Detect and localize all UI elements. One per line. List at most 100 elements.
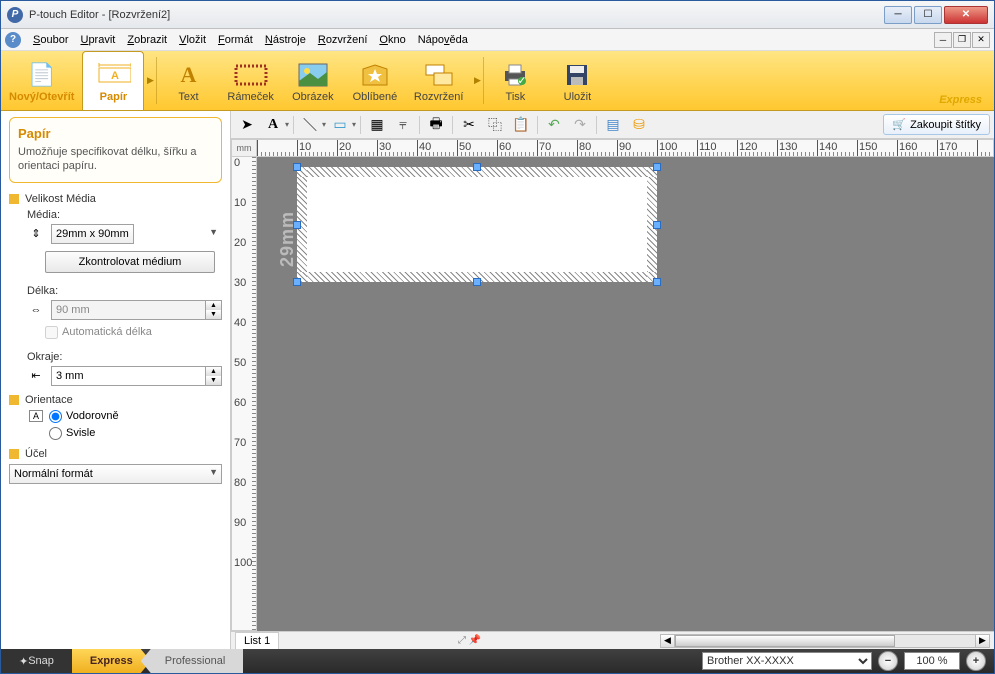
rect-tool[interactable]: ▭ [328, 114, 352, 136]
mdi-minimize-button[interactable]: ─ [934, 32, 952, 48]
close-button[interactable]: ✕ [944, 6, 988, 24]
horizontal-scrollbar[interactable]: ◀ ▶ [660, 634, 990, 648]
database-tool[interactable]: ⛁ [627, 114, 651, 136]
orientation-icon: A [27, 410, 45, 422]
horizontal-ruler[interactable]: 1020304050607080901001101201301401501601… [257, 139, 994, 157]
length-icon: ⇔ [27, 304, 45, 316]
menu-nastroje[interactable]: Nástroje [259, 31, 312, 49]
minimize-button[interactable]: ─ [884, 6, 912, 24]
cut-tool[interactable]: ✂ [457, 114, 481, 136]
maximize-button[interactable]: ☐ [914, 6, 942, 24]
text-tool[interactable]: A [261, 114, 285, 136]
resize-handle-sw[interactable] [293, 278, 301, 286]
ribbon-text[interactable]: A Text [157, 51, 219, 110]
menu-rozvrzeni[interactable]: Rozvržení [312, 31, 374, 49]
resize-handle-ne[interactable] [653, 163, 661, 171]
orientation-vertical-radio[interactable] [49, 427, 62, 440]
length-label: Délka: [27, 285, 222, 297]
ribbon-favorites[interactable]: Oblíbené [344, 51, 406, 110]
zoom-out-button[interactable]: − [878, 651, 898, 671]
section-marker-icon [9, 395, 19, 405]
check-medium-button[interactable]: Zkontrolovat médium [45, 251, 215, 273]
screen-tool[interactable]: ▤ [601, 114, 625, 136]
text-icon: A [170, 61, 206, 89]
menu-upravit[interactable]: Upravit [74, 31, 121, 49]
ribbon-frame[interactable]: Rámeček [219, 51, 281, 110]
zoom-in-button[interactable]: + [966, 651, 986, 671]
tip-title: Papír [18, 126, 213, 141]
ribbon-print[interactable]: ✓ Tisk [484, 51, 546, 110]
canvas-viewport[interactable]: 29mm x 90mm [257, 157, 994, 631]
mode-snap-tab[interactable]: ✦ Snap [1, 649, 72, 673]
mode-express-tab[interactable]: Express [72, 649, 151, 673]
length-input[interactable] [51, 300, 206, 320]
sheet-tabs-bar: List 1 ⤢ 📌 ◀ ▶ [231, 631, 994, 649]
menu-format[interactable]: Formát [212, 31, 259, 49]
purpose-select[interactable]: Normální formát [9, 464, 222, 484]
media-dim-icon: ⇕ [27, 227, 45, 240]
resize-handle-n[interactable] [473, 163, 481, 171]
print-icon: ✓ [497, 61, 533, 89]
ribbon-layout-label: Rozvržení [414, 91, 464, 103]
resize-handle-se[interactable] [653, 278, 661, 286]
sheet-tab-1[interactable]: List 1 [235, 632, 279, 649]
ruler-row: mm 1020304050607080901001101201301401501… [231, 139, 994, 157]
menu-okno[interactable]: Okno [373, 31, 411, 49]
pointer-tool[interactable]: ➤ [235, 114, 259, 136]
help-icon[interactable]: ? [5, 32, 21, 48]
copy-tool[interactable]: ⿻ [483, 114, 507, 136]
menu-zobrazit[interactable]: Zobrazit [121, 31, 173, 49]
resize-handle-e[interactable] [653, 221, 661, 229]
undo-tool[interactable]: ↶ [542, 114, 566, 136]
mode-professional-tab[interactable]: Professional [141, 649, 244, 673]
ribbon-image[interactable]: Obrázek [282, 51, 344, 110]
margins-spinner[interactable]: ▲▼ [206, 366, 222, 386]
resize-handle-nw[interactable] [293, 163, 301, 171]
resize-handle-s[interactable] [473, 278, 481, 286]
menu-napoveda[interactable]: Nápověda [412, 31, 474, 49]
sidebar: Papír Umožňuje specifikovat délku, šířku… [1, 111, 231, 649]
resize-handle-w[interactable] [293, 221, 301, 229]
pin-icon[interactable]: ⤢ 📌 [458, 635, 481, 646]
ribbon-paper[interactable]: A Papír [82, 51, 144, 110]
print-tool[interactable]: 🖶 [424, 114, 448, 136]
ribbon-text-label: Text [178, 91, 198, 103]
svg-text:A: A [111, 70, 119, 82]
paste-tool[interactable]: 📋 [509, 114, 533, 136]
buy-labels-button[interactable]: 🛒 Zakoupit štítky [883, 114, 990, 135]
section-orientation: Orientace [9, 394, 222, 406]
table-tool[interactable]: ▦ [365, 114, 389, 136]
redo-tool[interactable]: ↷ [568, 114, 592, 136]
media-select[interactable]: 29mm x 90mm [51, 224, 134, 244]
vertical-ruler[interactable]: 0102030405060708090100 [231, 157, 257, 631]
new-open-icon: 📄 [24, 61, 60, 89]
mdi-restore-button[interactable]: ❐ [953, 32, 971, 48]
orientation-horizontal-label: Vodorovně [66, 410, 119, 422]
auto-length-checkbox[interactable] [45, 326, 58, 339]
mode-express-label: Express [90, 655, 133, 667]
mdi-close-button[interactable]: ✕ [972, 32, 990, 48]
ribbon-expand-2[interactable]: ▶ [471, 51, 483, 110]
buy-labels-label: Zakoupit štítky [910, 119, 981, 131]
ribbon-new-open[interactable]: 📄 Nový/Otevřít [1, 51, 82, 110]
tip-text: Umožňuje specifikovat délku, šířku a ori… [18, 145, 213, 174]
line-tool[interactable]: ＼ [298, 114, 322, 136]
save-icon [559, 61, 595, 89]
mode-professional-label: Professional [165, 655, 226, 667]
ruler-unit[interactable]: mm [231, 139, 257, 157]
printer-select[interactable]: Brother XX-XXXX [702, 652, 872, 670]
ribbon-layout[interactable]: Rozvržení [406, 51, 472, 110]
ribbon-save[interactable]: Uložit [546, 51, 608, 110]
menu-vlozit[interactable]: Vložit [173, 31, 212, 49]
label-object[interactable] [297, 167, 657, 282]
orientation-horizontal-radio[interactable] [49, 410, 62, 423]
section-marker-icon [9, 194, 19, 204]
tip-box: Papír Umožňuje specifikovat délku, šířku… [9, 117, 222, 183]
ribbon-expand-1[interactable]: ▶ [144, 51, 156, 110]
margins-input[interactable] [51, 366, 206, 386]
menu-soubor[interactable]: Soubor [27, 31, 74, 49]
frame-icon [233, 61, 269, 89]
zoom-level[interactable] [904, 652, 960, 670]
length-spinner[interactable]: ▲▼ [206, 300, 222, 320]
align-tool[interactable]: ⫧ [391, 114, 415, 136]
